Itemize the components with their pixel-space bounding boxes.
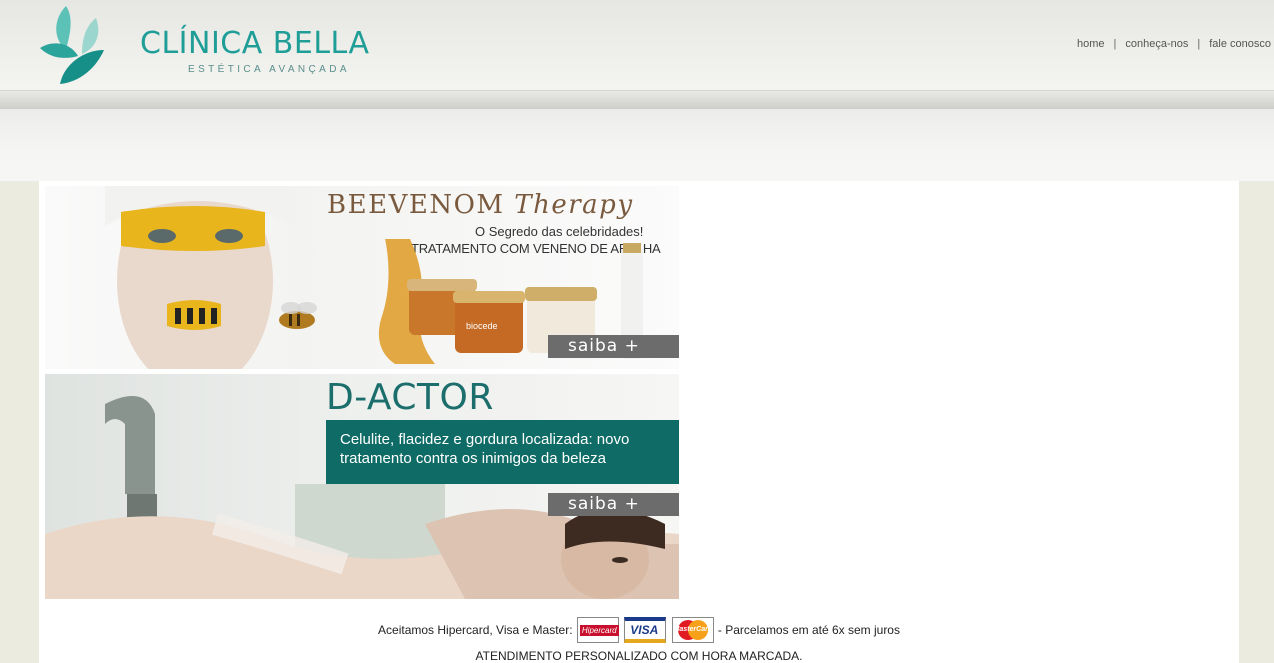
site-header: CLÍNICA BELLA ESTÉTICA AVANÇADA home | con… xyxy=(0,0,1274,91)
d-actor-saiba-button[interactable]: saiba + xyxy=(548,493,679,516)
nav-fale-conosco-link[interactable]: fale conosco xyxy=(1209,38,1271,50)
mastercard-icon: MasterCard xyxy=(671,617,714,643)
nav-separator: | xyxy=(1113,38,1117,50)
beevenom-tagline: O Segredo das celebridades! xyxy=(475,224,644,239)
beevenom-title-italic: Therapy xyxy=(514,190,634,220)
logo-leaf-icon xyxy=(40,6,104,84)
logo-subtitle: ESTÉTICA AVANÇADA xyxy=(188,64,350,75)
nav-home-link[interactable]: home xyxy=(1077,38,1105,50)
mastercard-label: MasterCard xyxy=(673,626,713,633)
d-actor-banner[interactable]: D-ACTOR Celulite, flacidez e gordura loc… xyxy=(45,374,679,599)
woman-face-illustration xyxy=(105,186,317,369)
visa-label: VISA xyxy=(630,623,659,637)
nav-conheca-nos-link[interactable]: conheça-nos xyxy=(1125,38,1188,50)
hipercard-icon: Hipercard xyxy=(576,617,619,643)
brand-label: biocede xyxy=(466,321,498,331)
hipercard-label: Hipercard xyxy=(579,625,619,636)
beevenom-title: BEEVENOM Therapy xyxy=(327,190,634,220)
beevenom-title-main: BEEVENOM xyxy=(327,190,505,220)
header-band xyxy=(0,91,1274,181)
payment-suffix: - Parcelamos em até 6x sem juros xyxy=(717,623,900,637)
top-nav: home | conheça-nos | fale conosco xyxy=(1077,38,1271,50)
logo[interactable]: CLÍNICA BELLA ESTÉTICA AVANÇADA xyxy=(36,4,369,88)
appointment-note: ATENDIMENTO PERSONALIZADO COM HORA MARCA… xyxy=(475,649,803,663)
d-actor-description: Celulite, flacidez e gordura localizada:… xyxy=(326,420,679,484)
payment-info: Aceitamos Hipercard, Visa e Master: Hipe… xyxy=(39,617,1239,643)
nav-separator: | xyxy=(1197,38,1201,50)
beevenom-banner[interactable]: BEEVENOM Therapy O Segredo das celebrida… xyxy=(45,186,679,369)
beevenom-saiba-button[interactable]: saiba + xyxy=(548,335,679,358)
main-content: BEEVENOM Therapy O Segredo das celebrida… xyxy=(39,181,1239,663)
d-actor-title: D-ACTOR xyxy=(326,377,494,418)
payment-prefix: Aceitamos Hipercard, Visa e Master: xyxy=(378,623,573,637)
bee-icon xyxy=(279,302,317,329)
logo-title: CLÍNICA BELLA xyxy=(140,26,370,61)
visa-icon: VISA xyxy=(624,617,667,643)
